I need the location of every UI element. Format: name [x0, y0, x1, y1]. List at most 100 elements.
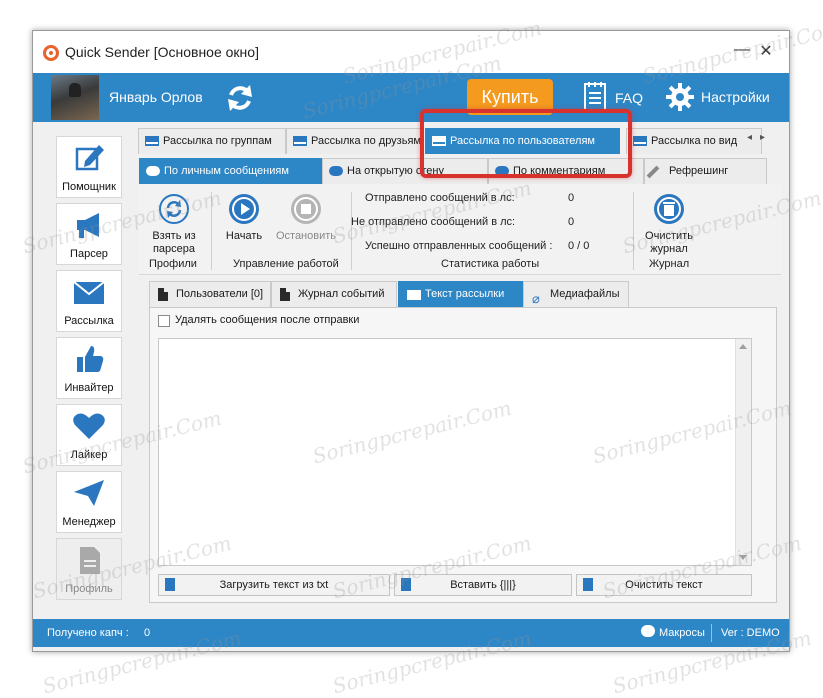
sidebar-item-assistant[interactable]: Помощник — [56, 136, 122, 198]
sidebar-item-inviter[interactable]: Инвайтер — [56, 337, 122, 399]
captcha-value: 0 — [144, 627, 151, 639]
minimize-button[interactable]: — — [731, 41, 753, 59]
vertical-scrollbar[interactable] — [735, 339, 751, 565]
tab-label: Журнал событий — [298, 288, 385, 300]
tab-groups-mailing[interactable]: Рассылка по группам — [138, 128, 286, 154]
load-txt-button[interactable]: Загрузить текст из txt — [158, 574, 390, 596]
sidebar-item-label: Помощник — [62, 181, 116, 193]
thumbs-up-icon — [77, 346, 104, 372]
tab-media-files[interactable]: ⌀ Медиафайлы — [523, 281, 629, 307]
separator — [711, 624, 712, 642]
clear-text-button[interactable]: Очистить текст — [576, 574, 752, 596]
stat-not-sent-value: 0 — [568, 216, 575, 228]
ribbon-toolbar: Взять из парсера Профили Начать Останови… — [139, 184, 781, 275]
take-from-parser-button[interactable]: Взять из парсера — [143, 194, 205, 256]
tab-friends-mailing[interactable]: Рассылка по друзьям — [286, 128, 421, 154]
heart-icon — [73, 413, 105, 439]
sync-icon[interactable] — [223, 81, 257, 115]
tab-scroll-right-icon[interactable]: ▸ — [760, 132, 765, 143]
tab-refreshing[interactable]: Рефрешинг — [644, 158, 767, 184]
document-icon — [401, 578, 411, 591]
app-window: Quick Sender [Основное окно] — ✕ Январь … — [32, 30, 790, 652]
take-from-parser-label: Взять из парсера — [152, 230, 196, 255]
stat-success-label: Успешно отправленных сообщений : — [365, 240, 553, 252]
sidebar-item-label: Инвайтер — [64, 382, 114, 394]
document-icon — [80, 547, 100, 574]
sidebar-item-parser[interactable]: Парсер — [56, 203, 122, 265]
envelope-icon — [145, 136, 159, 146]
separator — [211, 192, 212, 270]
scroll-down-icon[interactable] — [739, 555, 747, 560]
start-label: Начать — [225, 230, 263, 242]
tab-scroll-left-icon[interactable]: ◂ — [747, 132, 752, 143]
document-icon — [280, 288, 290, 301]
status-bar: Получено капч : 0 Макросы Ver : DEMO — [33, 619, 789, 647]
clear-text-label: Очистить текст — [625, 579, 703, 591]
pencil-square-icon — [75, 145, 104, 171]
notepad-icon[interactable] — [583, 80, 607, 112]
stop-label: Остановить — [275, 230, 337, 242]
sidebar-item-label: Лайкер — [70, 449, 108, 461]
highlight-frame — [420, 109, 632, 178]
trash-icon — [654, 194, 684, 224]
document-icon — [165, 578, 175, 591]
tab-label: Рефрешинг — [669, 165, 729, 177]
chat-bubble-icon — [641, 625, 655, 637]
sidebar-item-label: Рассылка — [64, 315, 114, 327]
paper-plane-icon — [74, 480, 104, 506]
header-bar: Январь Орлов Купить FAQ Настройки — [33, 73, 789, 122]
stat-sent-label: Отправлено сообщений в лс: — [365, 192, 515, 204]
main-content: Рассылка по группам Рассылка по друзьям … — [136, 126, 781, 611]
document-icon — [158, 288, 168, 301]
load-txt-label: Загрузить текст из txt — [219, 579, 329, 591]
profiles-group-label: Профили — [149, 258, 197, 270]
sidebar-item-label: Менеджер — [62, 516, 116, 528]
tab-video-mailing[interactable]: Рассылка по вид — [626, 128, 762, 154]
tab-mailing-text[interactable]: Текст рассылки — [398, 281, 523, 307]
faq-link[interactable]: FAQ — [615, 90, 643, 106]
tab-event-log[interactable]: Журнал событий — [271, 281, 397, 307]
scroll-up-icon[interactable] — [739, 344, 747, 349]
delete-after-send-checkbox[interactable] — [158, 315, 170, 327]
chat-bubble-icon — [146, 166, 160, 176]
sidebar-item-liker[interactable]: Лайкер — [56, 404, 122, 466]
tab-label: Текст рассылки — [425, 288, 505, 300]
settings-link[interactable]: Настройки — [701, 89, 770, 105]
content-tabs: Пользователи [0] Журнал событий Текст ра… — [139, 281, 781, 307]
avatar[interactable] — [51, 75, 99, 120]
insert-label: Вставить {|||} — [450, 579, 516, 591]
sidebar-item-label: Профиль — [65, 583, 113, 595]
start-button[interactable]: Начать — [219, 194, 269, 242]
sidebar-item-mailing[interactable]: Рассылка — [56, 270, 122, 332]
tab-private-messages[interactable]: По личным сообщениям — [139, 158, 322, 184]
trash-icon — [583, 578, 593, 591]
clear-log-button[interactable]: Очистить журнал — [639, 194, 699, 256]
delete-after-send-label[interactable]: Удалять сообщения после отправки — [175, 314, 359, 326]
close-button[interactable]: ✕ — [755, 41, 777, 61]
stop-icon — [291, 194, 321, 224]
tab-label: Рассылка по друзьям — [311, 135, 421, 147]
version-label: Ver : DEMO — [721, 627, 780, 639]
sidebar-item-manager[interactable]: Менеджер — [56, 471, 122, 533]
title-bar: Quick Sender [Основное окно] — ✕ — [33, 31, 789, 73]
sidebar-item-profile[interactable]: Профиль — [56, 538, 122, 600]
pencil-icon — [646, 165, 660, 179]
stop-button[interactable]: Остановить — [271, 194, 341, 242]
sidebar-item-label: Парсер — [70, 248, 108, 260]
clear-log-label: Очистить журнал — [645, 230, 693, 255]
app-logo-icon — [43, 45, 59, 61]
refresh-icon — [159, 194, 189, 224]
stat-not-sent-label: Не отправлено сообщений в лс: — [351, 216, 516, 228]
envelope-icon — [73, 281, 105, 304]
tab-users[interactable]: Пользователи [0] — [149, 281, 271, 307]
macros-link[interactable]: Макросы — [659, 627, 705, 639]
username[interactable]: Январь Орлов — [109, 89, 203, 105]
tab-label: Рассылка по вид — [651, 135, 738, 147]
play-icon — [229, 194, 259, 224]
log-group-label: Журнал — [649, 258, 690, 270]
window-title: Quick Sender [Основное окно] — [65, 44, 259, 60]
message-text-area[interactable] — [158, 338, 752, 566]
insert-button[interactable]: Вставить {|||} — [394, 574, 572, 596]
gear-icon[interactable] — [665, 82, 695, 112]
separator — [351, 192, 352, 270]
